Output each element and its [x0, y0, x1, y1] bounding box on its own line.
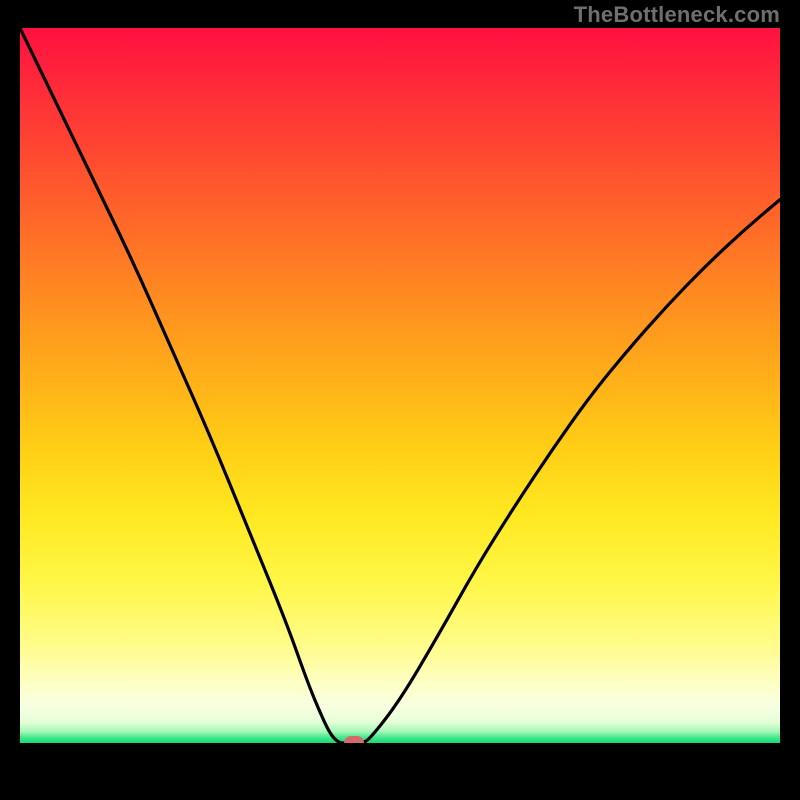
plot-floor — [20, 743, 780, 780]
bottleneck-curve — [20, 28, 780, 743]
plot-area — [20, 28, 780, 780]
watermark-text: TheBottleneck.com — [574, 2, 780, 28]
chart-frame: TheBottleneck.com — [0, 0, 800, 800]
